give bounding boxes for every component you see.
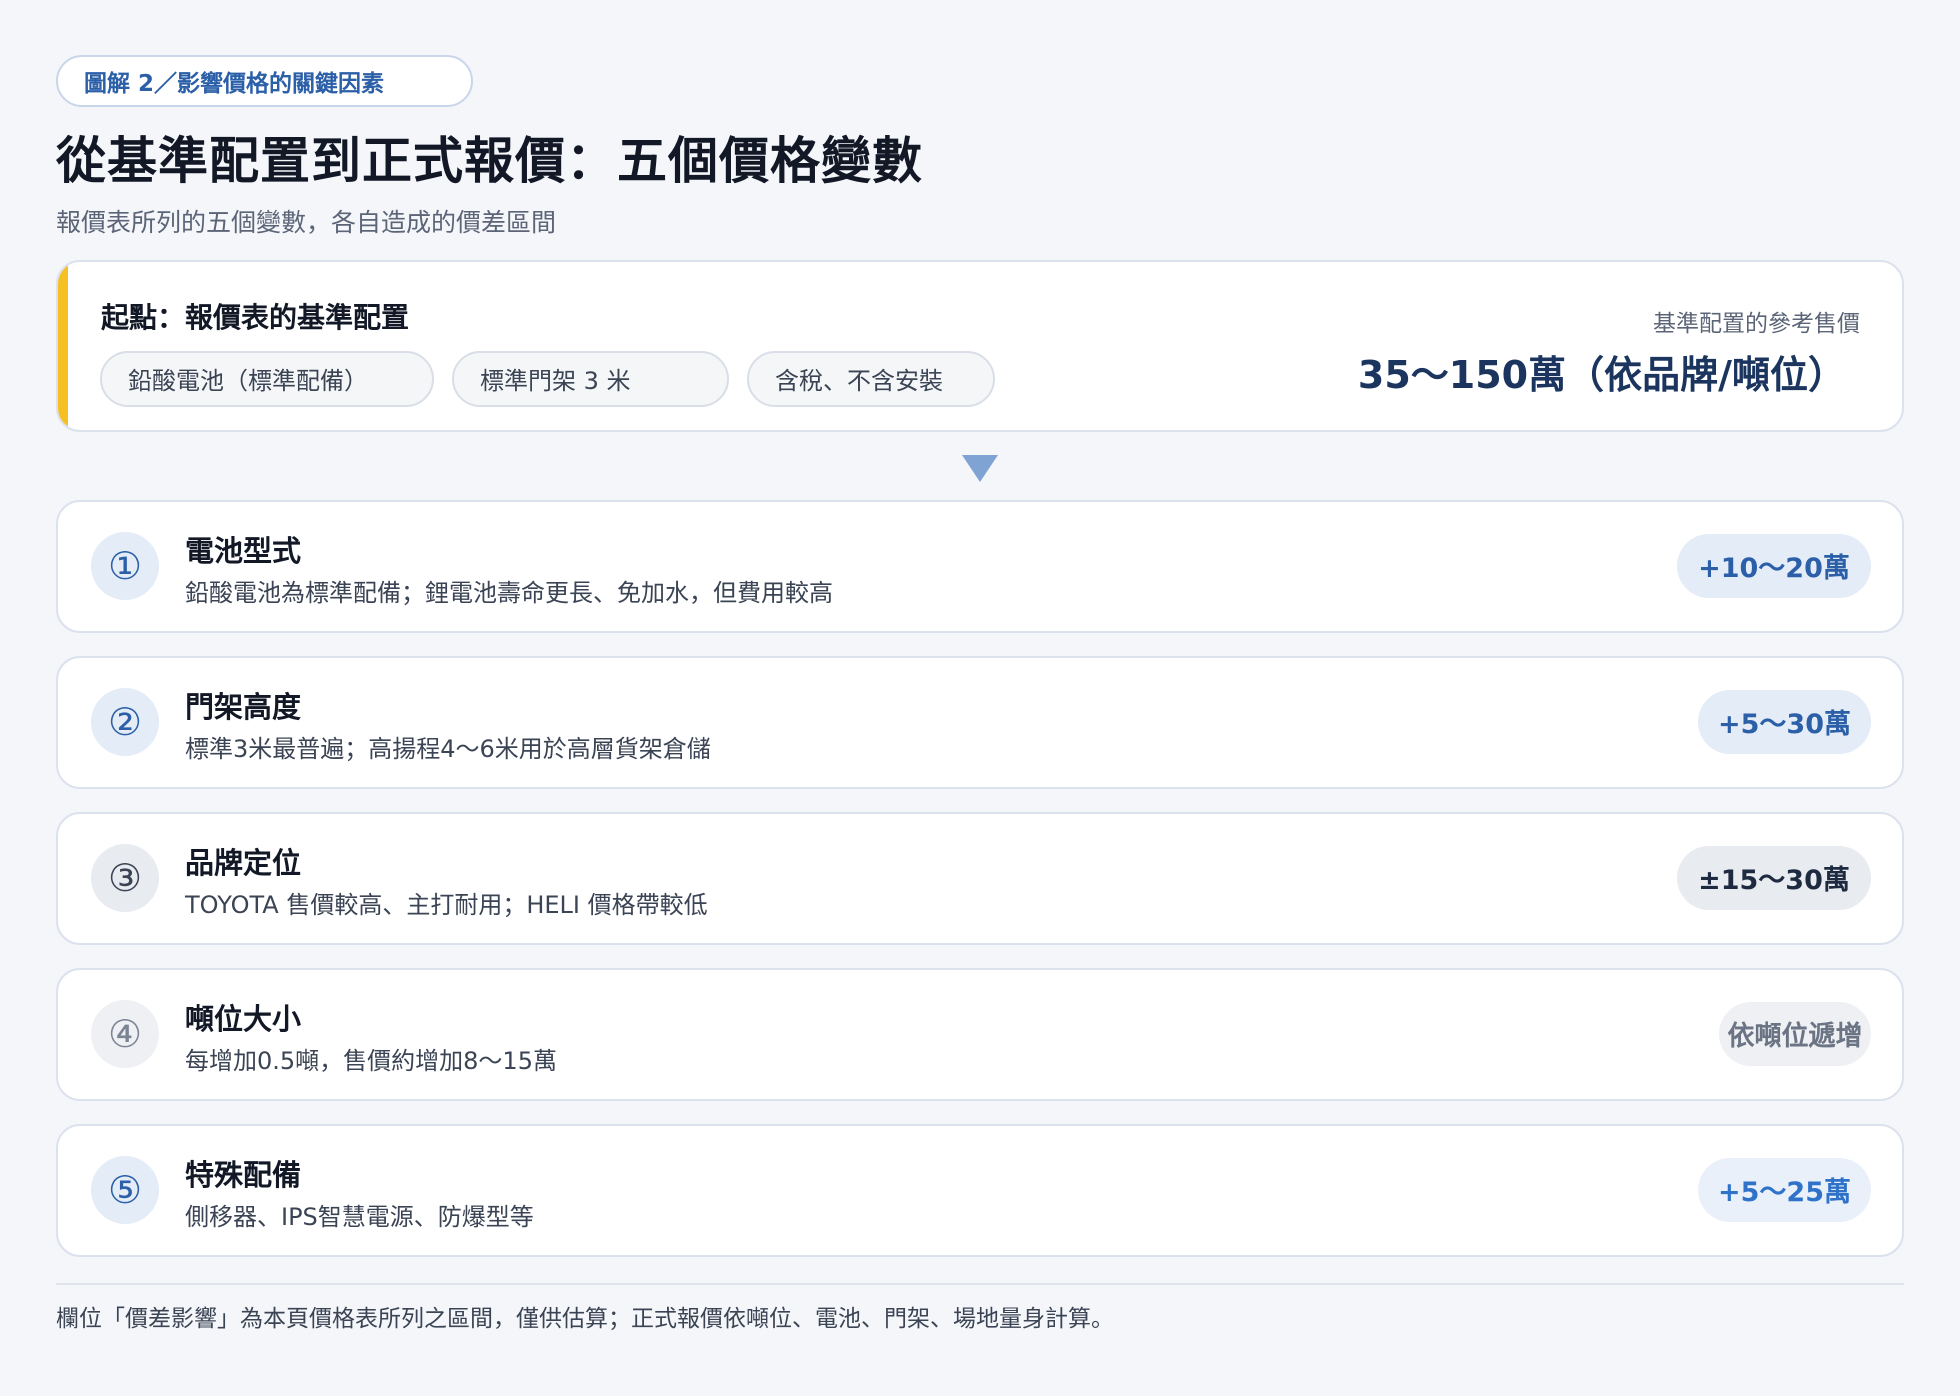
infographic-page: 圖解 2／影響價格的關鍵因素 從基準配置到正式報價：五個價格變數 報價表所列的五… (0, 0, 1960, 1396)
factor-title: 門架高度 (185, 689, 302, 724)
factor-card-options: ⑤ 特殊配備 側移器、IPS智慧電源、防爆型等 +5～25萬 (56, 1123, 1904, 1257)
factor-card-brand: ③ 品牌定位 TOYOTA 售價較高、主打耐用；HELI 價格帶較低 ±15～3… (56, 811, 1904, 945)
page-title: 從基準配置到正式報價：五個價格變數 (56, 132, 923, 190)
base-config-label: 起點：報價表的基準配置 (101, 300, 410, 334)
factor-description: 側移器、IPS智慧電源、防爆型等 (185, 1202, 534, 1231)
factor-impact-pill: +10～20萬 (1677, 533, 1871, 598)
factor-impact-pill: 依噸位遞增 (1719, 1001, 1871, 1066)
factor-impact-pill: +5～30萬 (1698, 689, 1871, 754)
chip-battery: 鉛酸電池（標準配備） (100, 350, 434, 407)
factor-number-badge: ③ (91, 843, 159, 912)
chip-mast: 標準門架 3 米 (452, 350, 729, 407)
factor-card-mast: ② 門架高度 標準3米最普遍；高揚程4～6米用於高層貨架倉儲 +5～30萬 (56, 655, 1904, 789)
factor-card-tonnage: ④ 噸位大小 每增加0.5噸，售價約增加8～15萬 依噸位遞增 (56, 967, 1904, 1101)
factor-number-badge: ② (91, 687, 159, 756)
factor-number-badge: ⑤ (91, 1155, 159, 1224)
factor-description: TOYOTA 售價較高、主打耐用；HELI 價格帶較低 (185, 890, 708, 919)
reference-price-label: 基準配置的參考售價 (1653, 310, 1860, 337)
flow-arrow-area (56, 432, 1904, 500)
factor-title: 特殊配備 (185, 1157, 302, 1192)
page-subtitle: 報價表所列的五個變數，各自造成的價差區間 (56, 207, 557, 237)
reference-price-value: 35～150萬（依品牌/噸位） (1357, 352, 1846, 397)
factor-description: 標準3米最普遍；高揚程4～6米用於高層貨架倉儲 (185, 734, 711, 763)
factor-impact-pill: +5～25萬 (1698, 1157, 1871, 1222)
factor-title: 噸位大小 (185, 1001, 302, 1036)
factor-description: 每增加0.5噸，售價約增加8～15萬 (185, 1046, 557, 1075)
factor-title: 電池型式 (185, 533, 302, 568)
base-config-chips: 鉛酸電池（標準配備） 標準門架 3 米 含稅、不含安裝 (100, 350, 995, 407)
factor-number-badge: ① (91, 531, 159, 600)
factor-description: 鉛酸電池為標準配備；鋰電池壽命更長、免加水，但費用較高 (185, 578, 833, 607)
base-accent-bar (58, 261, 68, 430)
base-config-card: 起點：報價表的基準配置 鉛酸電池（標準配備） 標準門架 3 米 含稅、不含安裝 … (56, 259, 1904, 432)
arrow-down-icon (962, 454, 998, 482)
chip-tax: 含稅、不含安裝 (747, 350, 995, 407)
factor-title: 品牌定位 (185, 845, 302, 880)
factor-number-badge: ④ (91, 999, 159, 1068)
footnote: 欄位「價差影響」為本頁價格表所列之區間，僅供估算；正式報價依噸位、電池、門架、場… (56, 1283, 1904, 1333)
factor-card-battery: ① 電池型式 鉛酸電池為標準配備；鋰電池壽命更長、免加水，但費用較高 +10～2… (56, 499, 1904, 633)
factor-impact-pill: ±15～30萬 (1677, 845, 1871, 910)
figure-tag: 圖解 2／影響價格的關鍵因素 (56, 55, 473, 107)
